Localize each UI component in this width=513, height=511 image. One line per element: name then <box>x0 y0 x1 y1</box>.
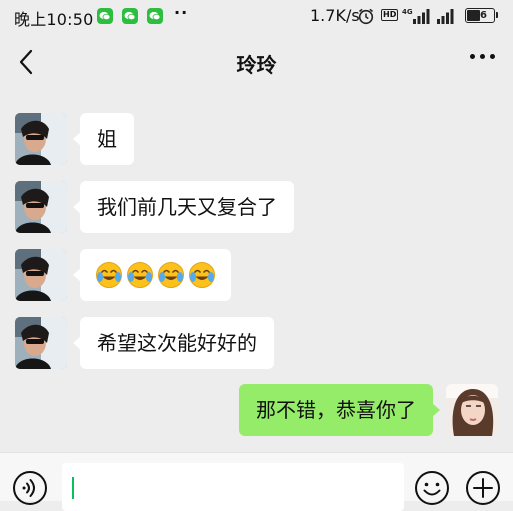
battery-level: 46 <box>473 10 487 21</box>
message-row: 我们前几天又复合了 <box>0 181 513 233</box>
alarm-icon <box>357 7 375 29</box>
status-bar: 晚上10:50 ·· 1.7K/s HD 4G 46 <box>0 0 513 32</box>
input-bar <box>0 452 513 511</box>
network-speed: 1.7K/s <box>310 6 360 25</box>
message-bubble[interactable]: 希望这次能好好的 <box>73 317 274 369</box>
contact-avatar[interactable] <box>15 181 67 233</box>
self-avatar[interactable] <box>446 384 498 436</box>
battery-cap <box>496 12 498 18</box>
emoji-button[interactable] <box>414 470 450 506</box>
contact-avatar[interactable] <box>15 249 67 301</box>
page-title: 玲玲 <box>236 53 277 77</box>
more-options-button[interactable] <box>470 54 495 59</box>
message-row: 希望这次能好好的 <box>0 317 513 369</box>
wechat-icon <box>97 8 113 24</box>
message-bubble[interactable]: 姐 <box>73 113 134 165</box>
more-functions-button[interactable] <box>465 470 501 506</box>
voice-icon <box>13 471 47 505</box>
plus-icon <box>466 471 500 505</box>
message-bubble[interactable]: 我们前几天又复合了 <box>73 181 294 233</box>
message-bubble[interactable] <box>73 249 231 301</box>
network-type-label: 4G <box>402 8 413 16</box>
message-row: 姐 <box>0 113 513 165</box>
battery-icon: 46 <box>465 8 495 23</box>
status-time: 晚上10:50 <box>14 10 94 29</box>
contact-avatar[interactable] <box>15 113 67 165</box>
emoji-row <box>95 249 216 301</box>
wechat-icon <box>147 8 163 24</box>
chat-header: 玲玲 <box>0 32 513 92</box>
signal-icon <box>436 7 458 29</box>
emoji-icon <box>415 471 449 505</box>
crying-laughing-emoji-icon <box>96 262 122 288</box>
hd-badge: HD <box>381 9 399 21</box>
signal-4g-icon: 4G <box>402 7 432 29</box>
message-input[interactable] <box>62 463 404 511</box>
notification-dots: ·· <box>174 3 189 22</box>
message-row <box>0 249 513 301</box>
contact-avatar[interactable] <box>15 317 67 369</box>
message-row: 那不错，恭喜你了 <box>0 384 513 436</box>
wechat-icon <box>122 8 138 24</box>
crying-laughing-emoji-icon <box>189 262 215 288</box>
crying-laughing-emoji-icon <box>127 262 153 288</box>
message-bubble-self[interactable]: 那不错，恭喜你了 <box>239 384 440 436</box>
crying-laughing-emoji-icon <box>158 262 184 288</box>
voice-button[interactable] <box>12 470 48 506</box>
text-caret <box>72 477 74 499</box>
